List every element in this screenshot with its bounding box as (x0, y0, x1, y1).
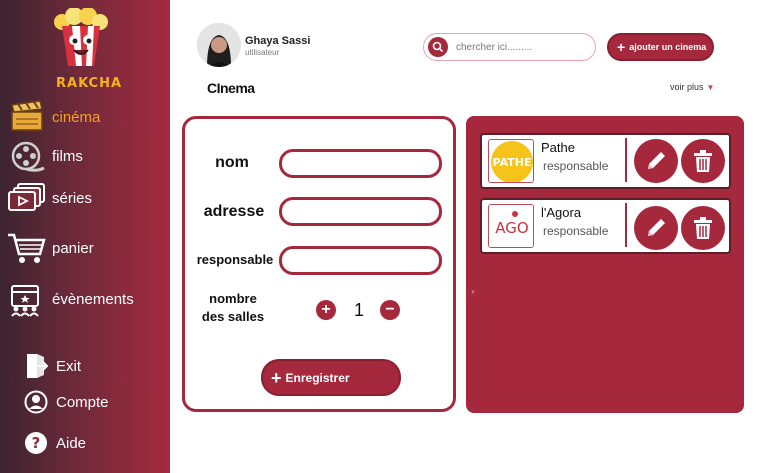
increment-salles-button[interactable]: + (316, 300, 336, 320)
sidebar-item-label: cinéma (52, 108, 101, 126)
cinema-logo: PATHE (488, 139, 534, 183)
avatar[interactable] (197, 23, 241, 67)
sidebar-item-series[interactable]: séries (0, 180, 170, 216)
sidebar-item-films[interactable]: films (0, 138, 170, 174)
series-stack-icon (8, 183, 45, 211)
scroll-indicator[interactable]: ▼ (470, 290, 476, 296)
sidebar-item-panier[interactable]: panier (0, 230, 170, 266)
sidebar-aide[interactable]: ? Aide (24, 429, 86, 457)
delete-button[interactable] (681, 139, 725, 183)
cinema-logo-text: AGO (495, 219, 528, 237)
sidebar-exit[interactable]: Exit (24, 352, 81, 380)
pencil-icon (648, 152, 665, 169)
page-title: CInema (207, 80, 255, 96)
trash-icon (694, 150, 712, 172)
voir-plus-label: voir plus (670, 82, 704, 92)
minus-icon: − (385, 301, 395, 318)
user-role: utilisateur (245, 48, 280, 57)
brand-name: RAKCHA (56, 76, 123, 91)
film-reel-icon (11, 141, 45, 172)
add-cinema-label: ajouter un cinema (629, 42, 707, 52)
sidebar-item-label: panier (52, 239, 94, 257)
save-label: Enregistrer (285, 370, 350, 385)
nom-label: nom (215, 154, 249, 171)
plus-icon: + (617, 39, 626, 55)
list-item: AGO l'Agora responsable (480, 198, 731, 254)
adresse-label: adresse (203, 203, 265, 220)
responsable-field[interactable] (279, 246, 442, 275)
cinema-name: Pathe (541, 140, 575, 155)
salles-count: 1 (354, 300, 365, 320)
user-photo (197, 23, 241, 67)
cinema-responsable: responsable (543, 159, 609, 173)
plus-icon: + (271, 367, 282, 388)
user-name: Ghaya Sassi (245, 35, 311, 47)
voir-plus-link[interactable]: voir plus ▼ (670, 82, 714, 92)
cinema-responsable: responsable (543, 224, 609, 238)
save-button[interactable]: + Enregistrer (261, 359, 401, 396)
chevron-down-icon: ▼ (706, 83, 715, 92)
clapperboard-icon (11, 100, 43, 131)
plus-icon: + (321, 301, 331, 318)
search-input[interactable] (456, 41, 591, 53)
nombre-salles-label-line1: nombre (209, 291, 257, 306)
page: RAKCHA cinéma films séries panier évènem… (0, 0, 759, 473)
sidebar-compte[interactable]: Compte (24, 388, 109, 416)
search-icon (432, 41, 444, 53)
edit-button[interactable] (634, 206, 678, 250)
cinema-name: l'Agora (541, 205, 582, 220)
user-circle-icon (24, 390, 48, 414)
svg-text:?: ? (32, 434, 41, 452)
add-cinema-button[interactable]: + ajouter un cinema (607, 33, 714, 61)
pencil-icon (648, 219, 665, 236)
cinema-logo: AGO (488, 204, 534, 248)
sidebar-item-cinema[interactable]: cinéma (0, 99, 170, 135)
divider (625, 138, 627, 182)
edit-button[interactable] (634, 139, 678, 183)
nom-field[interactable] (279, 149, 442, 178)
calendar-people-icon (11, 285, 39, 317)
sidebar-item-label: Compte (56, 393, 109, 411)
cinema-logo-text: PATHE (493, 156, 532, 169)
delete-button[interactable] (681, 206, 725, 250)
divider (625, 203, 627, 247)
cart-icon (8, 233, 46, 263)
decrement-salles-button[interactable]: − (380, 300, 400, 320)
sidebar-item-label: Aide (56, 434, 87, 452)
sidebar-item-label: Exit (56, 357, 82, 375)
sidebar-item-label: films (52, 147, 83, 165)
search-button[interactable] (428, 37, 448, 57)
help-circle-icon: ? (25, 432, 47, 454)
search-bar (423, 33, 596, 61)
sidebar-item-evenements[interactable]: évènements (0, 281, 170, 317)
nombre-salles-label-line2: des salles (201, 309, 265, 324)
exit-door-icon (27, 354, 48, 378)
adresse-field[interactable] (279, 197, 442, 226)
responsable-label: responsable (196, 252, 274, 267)
cinema-form: nom adresse responsable nombre des salle… (182, 116, 456, 412)
popcorn-mascot-logo (54, 8, 108, 66)
list-item: PATHE Pathe responsable (480, 133, 731, 189)
sidebar: RAKCHA cinéma films séries panier évènem… (0, 0, 170, 473)
sidebar-item-label: évènements (52, 290, 134, 308)
trash-icon (694, 217, 712, 239)
sidebar-item-label: séries (52, 189, 93, 207)
